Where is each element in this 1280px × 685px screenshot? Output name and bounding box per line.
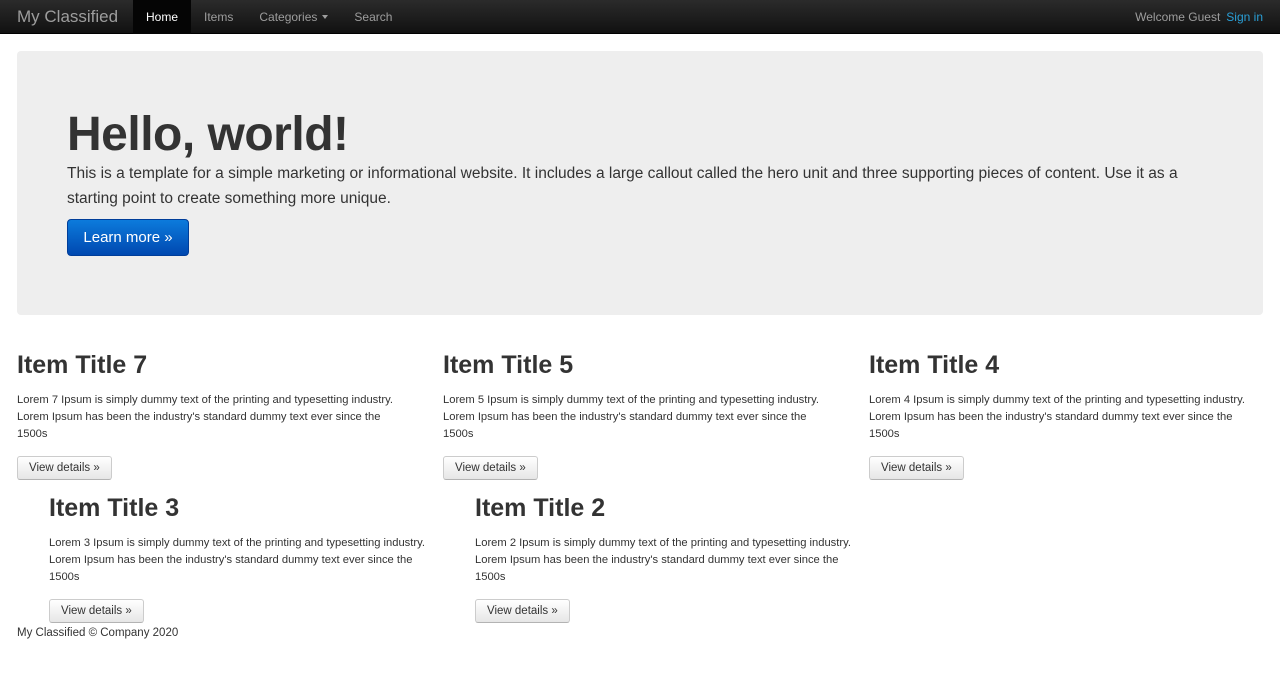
item-card: Item Title 2 Lorem 2 Ipsum is simply dum… [475, 494, 875, 623]
item-title: Item Title 4 [869, 351, 1000, 379]
hero-unit: Hello, world! This is a template for a s… [17, 51, 1263, 315]
hero-text: This is a template for a simple marketin… [67, 165, 1178, 207]
nav-item-label: Items [204, 10, 234, 24]
view-details-button[interactable]: View details » [869, 456, 964, 480]
nav-item-categories[interactable]: Categories [246, 0, 341, 34]
learn-more-button[interactable]: Learn more » [67, 219, 189, 256]
item-title: Item Title 7 [17, 351, 148, 379]
top-navbar: My Classified Home Items Categories Sear… [0, 0, 1280, 34]
caret-down-icon [322, 15, 329, 19]
item-card: Item Title 7 Lorem 7 Ipsum is simply dum… [17, 351, 417, 480]
main-nav: Home Items Categories Search [133, 0, 405, 34]
item-description: Lorem 5 Ipsum is simply dummy text of th… [443, 394, 819, 440]
view-details-button[interactable]: View details » [475, 599, 570, 623]
item-description: Lorem 2 Ipsum is simply dummy text of th… [475, 537, 851, 583]
item-card: Item Title 4 Lorem 4 Ipsum is simply dum… [869, 351, 1269, 480]
item-title: Item Title 5 [443, 351, 574, 379]
item-card: Item Title 3 Lorem 3 Ipsum is simply dum… [49, 494, 449, 623]
sign-in-link[interactable]: Sign in [1226, 10, 1263, 24]
item-card: Item Title 5 Lorem 5 Ipsum is simply dum… [443, 351, 843, 480]
item-description: Lorem 3 Ipsum is simply dummy text of th… [49, 537, 425, 583]
item-description: Lorem 4 Ipsum is simply dummy text of th… [869, 394, 1245, 440]
item-title: Item Title 3 [49, 494, 180, 522]
nav-item-label: Categories [259, 10, 318, 24]
footer-text: My Classified © Company 2020 [17, 627, 179, 639]
nav-item-items[interactable]: Items [191, 0, 246, 34]
welcome-text: Welcome Guest [1135, 10, 1221, 24]
brand-link[interactable]: My Classified [17, 7, 118, 27]
nav-item-label: Search [354, 10, 393, 24]
item-description: Lorem 7 Ipsum is simply dummy text of th… [17, 394, 393, 440]
view-details-button[interactable]: View details » [443, 456, 538, 480]
view-details-button[interactable]: View details » [17, 456, 112, 480]
view-details-button[interactable]: View details » [49, 599, 144, 623]
nav-item-home[interactable]: Home [133, 0, 192, 34]
item-title: Item Title 2 [475, 494, 606, 522]
user-area: Welcome Guest Sign in [1135, 0, 1263, 34]
nav-item-search[interactable]: Search [341, 0, 405, 34]
hero-title: Hello, world! [67, 108, 349, 161]
nav-item-label: Home [146, 10, 179, 24]
